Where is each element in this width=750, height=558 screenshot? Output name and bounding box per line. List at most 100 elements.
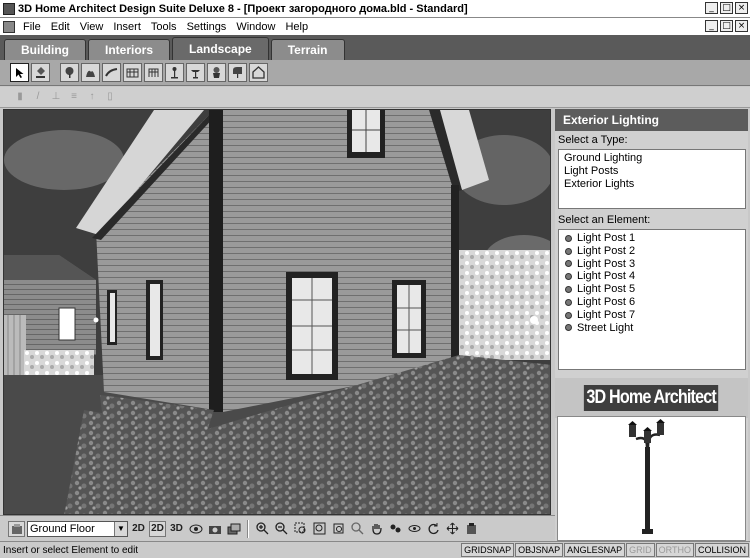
status-collision[interactable]: COLLISION xyxy=(694,543,749,557)
minimize-button[interactable]: _ xyxy=(705,2,718,14)
zoom-out-icon[interactable] xyxy=(273,521,290,537)
edit-2-icon[interactable]: / xyxy=(32,91,44,103)
list-item[interactable]: Exterior Lights xyxy=(559,178,745,191)
eye-icon[interactable] xyxy=(187,521,204,537)
fence-icon[interactable] xyxy=(123,63,142,82)
list-item[interactable]: Light Post 1 xyxy=(559,232,745,245)
orbit-icon[interactable] xyxy=(406,521,423,537)
shrub-icon[interactable] xyxy=(81,63,100,82)
type-list[interactable]: Ground Lighting Light Posts Exterior Lig… xyxy=(558,149,746,209)
divider xyxy=(247,519,249,538)
list-item[interactable]: Light Post 7 xyxy=(559,309,745,322)
birdbath-icon[interactable] xyxy=(186,63,205,82)
edit-3-icon[interactable]: ⊥ xyxy=(50,91,62,103)
walk-icon[interactable] xyxy=(387,521,404,537)
chevron-down-icon[interactable]: ▼ xyxy=(114,521,127,536)
mailbox-icon[interactable] xyxy=(228,63,247,82)
list-item[interactable]: Light Post 5 xyxy=(559,283,745,296)
zoom-scale-icon[interactable] xyxy=(349,521,366,537)
bullet-icon xyxy=(565,234,572,242)
menu-view[interactable]: View xyxy=(75,21,109,33)
lamp-post-icon[interactable] xyxy=(165,63,184,82)
list-item[interactable]: Light Post 4 xyxy=(559,270,745,283)
move-icon[interactable] xyxy=(444,521,461,537)
list-item[interactable]: Light Posts xyxy=(559,165,745,178)
status-ortho[interactable]: ORTHO xyxy=(655,543,694,557)
tab-terrain[interactable]: Terrain xyxy=(270,39,345,60)
app-icon[interactable] xyxy=(3,2,15,15)
pan-hand-icon[interactable] xyxy=(368,521,385,537)
landscape-toolbar xyxy=(0,60,750,86)
list-item[interactable]: Light Post 6 xyxy=(559,296,745,309)
element-label: Select an Element: xyxy=(558,214,651,226)
element-list[interactable]: Light Post 1 Light Post 2 Light Post 3 L… xyxy=(558,229,746,370)
list-item[interactable]: Light Post 2 xyxy=(559,245,745,258)
edit-4-icon[interactable]: ≡ xyxy=(68,91,80,103)
select-arrow-icon[interactable] xyxy=(10,63,29,82)
view-2d-button[interactable]: 2D xyxy=(149,520,166,537)
camera-icon[interactable] xyxy=(206,521,223,537)
edit-toolbar: ▮ / ⊥ ≡ ↑ ▯ xyxy=(0,87,750,108)
bullet-icon xyxy=(565,324,572,332)
zoom-in-icon[interactable] xyxy=(254,521,271,537)
logo-area: 3D Home Architect xyxy=(555,378,748,418)
edit-6-icon[interactable]: ▯ xyxy=(104,91,116,103)
type-label: Select a Type: xyxy=(558,134,628,146)
edit-5-icon[interactable]: ↑ xyxy=(86,91,98,103)
planter-icon[interactable] xyxy=(207,63,226,82)
view-3d-button[interactable]: 3D xyxy=(168,521,185,537)
menu-settings[interactable]: Settings xyxy=(182,21,232,33)
zoom-box-icon[interactable] xyxy=(292,521,309,537)
structure-icon[interactable] xyxy=(249,63,268,82)
maximize-button[interactable]: □ xyxy=(720,2,733,14)
list-item[interactable]: Light Post 3 xyxy=(559,258,745,271)
status-anglesnap[interactable]: ANGLESNAP xyxy=(564,543,626,557)
bullet-icon xyxy=(565,298,572,306)
close-button[interactable]: × xyxy=(735,2,748,14)
list-item[interactable]: Ground Lighting xyxy=(559,152,745,165)
doc-minimize-button[interactable]: _ xyxy=(705,20,718,32)
paint-bucket-icon[interactable] xyxy=(31,63,50,82)
rotate-icon[interactable] xyxy=(425,521,442,537)
menu-window[interactable]: Window xyxy=(231,21,280,33)
status-bar: Insert or select Element to edit GRIDSNA… xyxy=(0,541,750,558)
window-title: 3D Home Architect Design Suite Deluxe 8 … xyxy=(18,2,468,15)
menu-tools[interactable]: Tools xyxy=(146,21,182,33)
menu-edit[interactable]: Edit xyxy=(46,21,75,33)
view-toolbar: Ground Floor ▼ 2D 2D 3D xyxy=(0,515,555,541)
floor-select[interactable]: Ground Floor ▼ xyxy=(27,520,128,537)
document-icon[interactable] xyxy=(3,20,15,33)
status-grid[interactable]: GRID xyxy=(626,543,655,557)
tab-building[interactable]: Building xyxy=(4,39,86,60)
tree-icon[interactable] xyxy=(60,63,79,82)
menu-bar: File Edit View Insert Tools Settings Win… xyxy=(0,18,750,35)
status-gridsnap[interactable]: GRIDSNAP xyxy=(461,543,515,557)
bullet-icon xyxy=(565,260,572,268)
menu-help[interactable]: Help xyxy=(280,21,313,33)
hedge-icon[interactable] xyxy=(102,63,121,82)
render-icon[interactable] xyxy=(463,521,480,537)
gate-icon[interactable] xyxy=(144,63,163,82)
bullet-icon xyxy=(565,247,572,255)
panel-title: Exterior Lighting xyxy=(555,109,748,131)
edit-1-icon[interactable]: ▮ xyxy=(14,91,26,103)
app-logo: 3D Home Architect xyxy=(584,385,719,411)
layers-icon[interactable] xyxy=(225,521,242,537)
doc-close-button[interactable]: × xyxy=(735,20,748,32)
floor-icon[interactable] xyxy=(8,520,25,537)
element-preview xyxy=(557,416,746,541)
menu-file[interactable]: File xyxy=(18,21,46,33)
list-item[interactable]: Street Light xyxy=(559,322,745,335)
menu-insert[interactable]: Insert xyxy=(108,21,146,33)
tab-landscape[interactable]: Landscape xyxy=(172,37,269,60)
doc-restore-button[interactable]: □ xyxy=(720,20,733,32)
3d-viewport[interactable] xyxy=(3,109,551,515)
status-objsnap[interactable]: OBJSNAP xyxy=(515,543,564,557)
tab-interiors[interactable]: Interiors xyxy=(88,39,171,60)
library-panel: Exterior Lighting Select a Type: Ground … xyxy=(555,109,748,541)
house-render xyxy=(4,110,550,514)
title-bar: 3D Home Architect Design Suite Deluxe 8 … xyxy=(0,0,750,18)
plan-2d-button[interactable]: 2D xyxy=(130,521,147,537)
zoom-prev-icon[interactable] xyxy=(330,521,347,537)
zoom-fit-icon[interactable] xyxy=(311,521,328,537)
